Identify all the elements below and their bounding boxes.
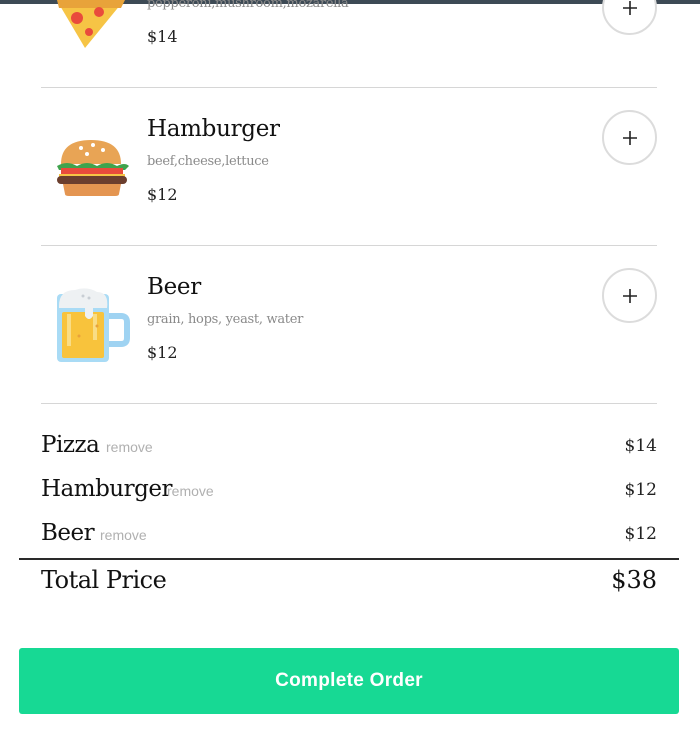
remove-hamburger-link[interactable]: remove — [167, 483, 214, 499]
item-ingredients: beef,cheese,lettuce — [147, 154, 269, 169]
cart-item-name: Beer — [41, 520, 95, 546]
cart-item-price: $14 — [624, 436, 657, 456]
add-hamburger-button[interactable] — [602, 110, 657, 165]
divider — [41, 403, 657, 404]
menu-item-hamburger: Hamburger beef,cheese,lettuce $12 — [41, 88, 657, 246]
cart-row-pizza: Pizza remove $14 — [41, 432, 657, 468]
cart-item-name: Hamburger — [41, 476, 172, 502]
total-label: Total Price — [41, 566, 167, 594]
item-name: Hamburger — [147, 116, 280, 142]
item-name: Beer — [147, 274, 201, 300]
beer-mug-icon — [57, 288, 130, 362]
plus-icon — [622, 0, 637, 15]
add-beer-button[interactable] — [602, 268, 657, 323]
complete-order-button[interactable]: Complete Order — [19, 648, 679, 714]
item-ingredients: pepperoni,mushroom,mozarella — [147, 0, 349, 11]
total-value: $38 — [611, 566, 657, 594]
item-price: $12 — [147, 343, 178, 362]
menu-item-pizza: pepperoni,mushroom,mozarella $14 — [41, 0, 657, 88]
item-ingredients: grain, hops, yeast, water — [147, 312, 303, 327]
remove-pizza-link[interactable]: remove — [106, 439, 153, 455]
cart-item-name: Pizza — [41, 432, 100, 458]
cart-row-hamburger: Hamburger remove $12 — [41, 476, 657, 512]
menu-item-beer: Beer grain, hops, yeast, water $12 — [41, 246, 657, 404]
hamburger-icon — [57, 140, 129, 196]
cart-item-price: $12 — [624, 524, 657, 544]
cart-row-beer: Beer remove $12 — [41, 520, 657, 556]
cart-item-price: $12 — [624, 480, 657, 500]
item-price: $12 — [147, 185, 178, 204]
remove-beer-link[interactable]: remove — [100, 527, 147, 543]
add-pizza-button[interactable] — [602, 0, 657, 35]
plus-icon — [622, 288, 637, 303]
item-price: $14 — [147, 27, 178, 46]
plus-icon — [622, 130, 637, 145]
total-divider — [19, 558, 679, 560]
